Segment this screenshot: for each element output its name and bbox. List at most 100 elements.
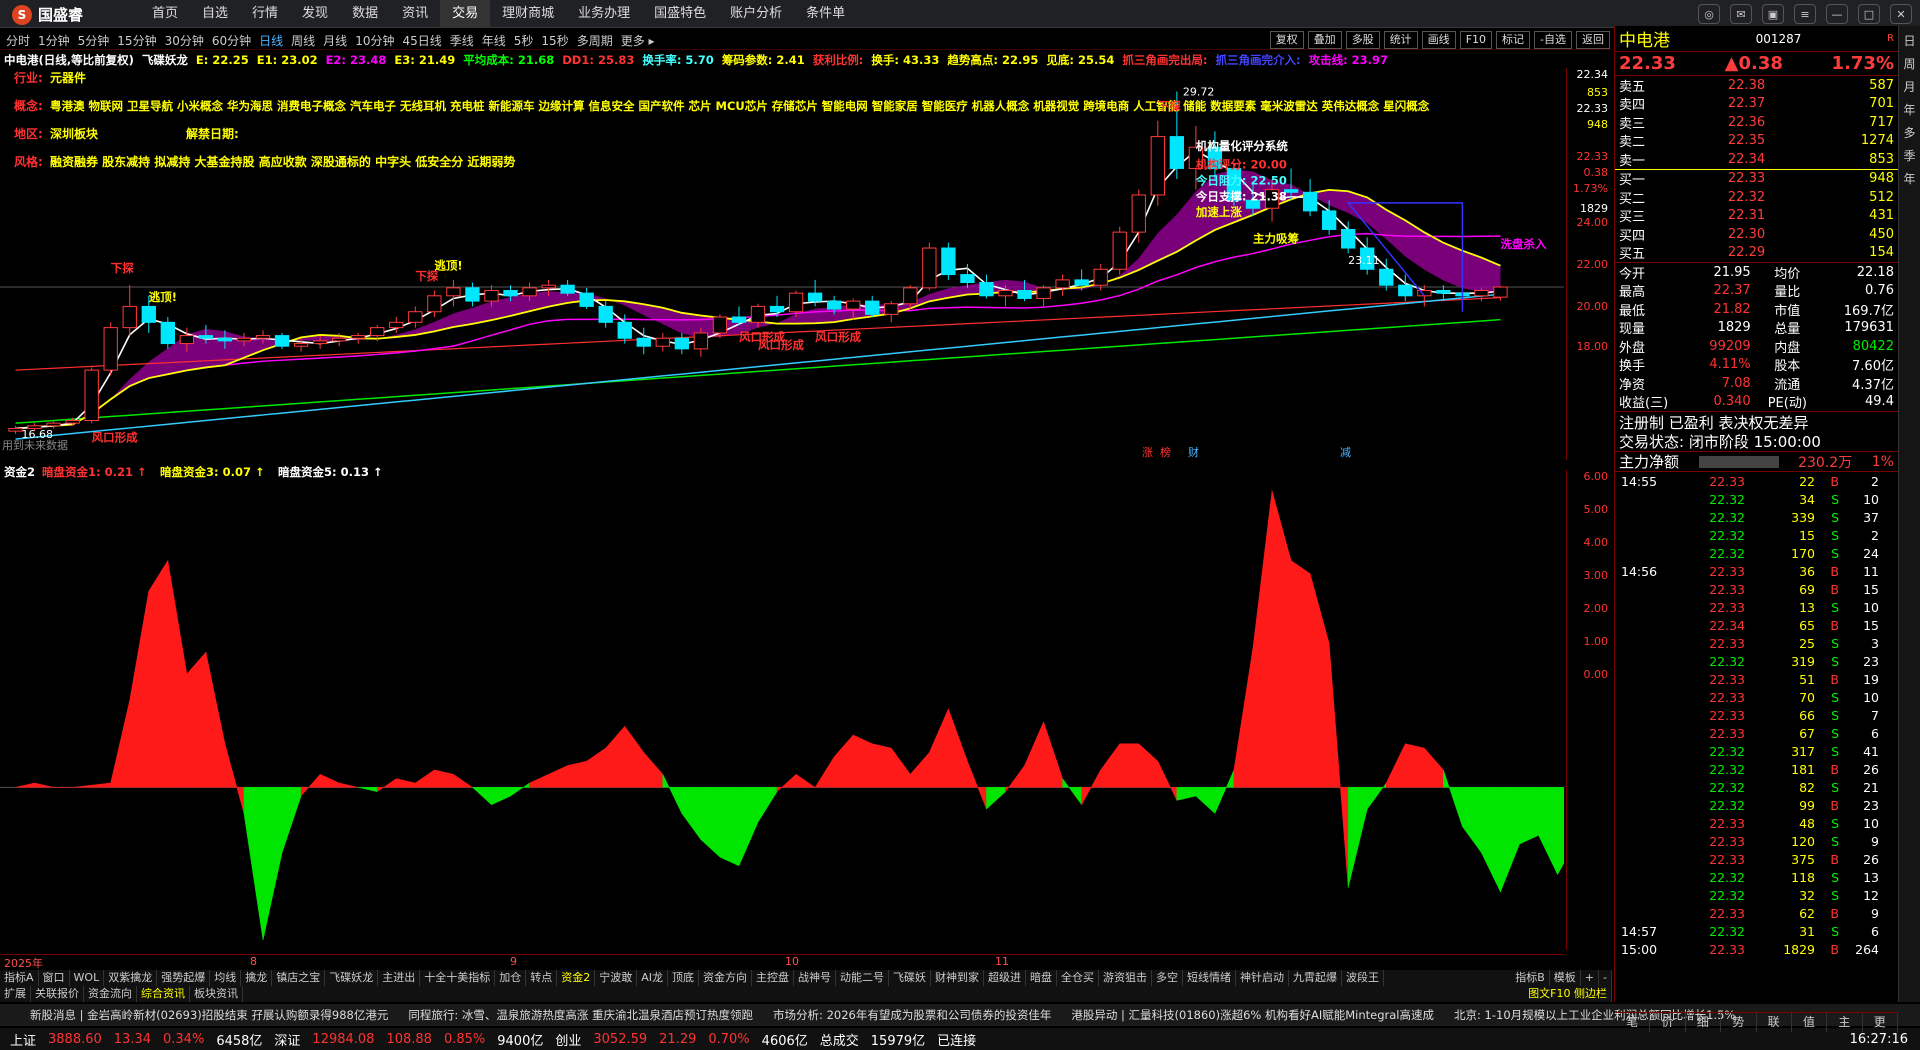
indicator-tab[interactable]: 主进出: [378, 970, 421, 986]
indicator-tab[interactable]: 强势起爆: [157, 970, 211, 986]
period-tab[interactable]: 多周期: [577, 32, 613, 49]
news-item[interactable]: 同程旅行: 冰雪、温泉旅游热度高涨 重庆渝北温泉酒店预订热度领跑: [408, 1007, 753, 1023]
indicator-tab[interactable]: 十全十美指标: [420, 970, 496, 986]
indicator-tab[interactable]: 镇店之宝: [272, 970, 326, 986]
chart-tool-button[interactable]: 返回: [1576, 31, 1610, 49]
indicator-tab[interactable]: 资金方向: [699, 970, 752, 986]
nav-item[interactable]: 账户分析: [718, 0, 794, 28]
maximize-icon[interactable]: □: [1858, 4, 1880, 24]
indicator-tab[interactable]: 短线情绪: [1183, 970, 1236, 986]
indicator-tab[interactable]: 窗口: [39, 970, 70, 986]
indicator-tab[interactable]: 飞碟妖: [889, 970, 931, 986]
order-book-row[interactable]: 卖四 22.37 701: [1615, 95, 1898, 113]
indicator-tab-tool[interactable]: -: [1599, 970, 1612, 986]
extension-tab[interactable]: 关联报价: [31, 986, 84, 1002]
indicator-tab[interactable]: 双紫擒龙: [104, 970, 158, 986]
indicator-tab-tool[interactable]: +: [1581, 970, 1600, 986]
period-tab[interactable]: 更多 ▸: [621, 32, 655, 49]
period-tab[interactable]: 5秒: [514, 32, 534, 49]
indicator-tab[interactable]: 转点: [526, 970, 558, 986]
indicator-tab[interactable]: 财神到家: [931, 970, 984, 986]
period-tab[interactable]: 30分钟: [165, 32, 204, 49]
indicator-tab-tool[interactable]: 模板: [1550, 970, 1581, 986]
side-strip-item[interactable]: 年: [1899, 170, 1920, 187]
news-item[interactable]: 新股消息 | 金岩高岭新材(02693)招股结束 孖展认购额录得988亿港元: [30, 1007, 388, 1023]
chart-tool-button[interactable]: 统计: [1383, 31, 1418, 49]
nav-item[interactable]: 业务办理: [566, 0, 642, 28]
right-tab[interactable]: 细: [1686, 1013, 1722, 1032]
period-tab[interactable]: 月线: [323, 32, 347, 49]
right-tab[interactable]: 联: [1757, 1013, 1792, 1032]
side-strip-item[interactable]: 年: [1899, 101, 1920, 118]
minimize-icon[interactable]: —: [1826, 4, 1848, 24]
indicator-tab[interactable]: 全仓买: [1057, 970, 1099, 986]
period-tab[interactable]: 10分钟: [355, 32, 394, 49]
order-book-row[interactable]: 卖五 22.38 587: [1615, 76, 1898, 95]
chat-icon[interactable]: ◎: [1698, 4, 1720, 24]
chart-tool-button[interactable]: 画线: [1421, 31, 1456, 49]
nav-item[interactable]: 资讯: [390, 0, 440, 28]
period-tab[interactable]: 60分钟: [212, 32, 251, 49]
indicator-tab[interactable]: 九霄起爆: [1289, 970, 1342, 986]
nav-item[interactable]: 行情: [240, 0, 290, 28]
skin-icon[interactable]: ▣: [1762, 4, 1784, 24]
right-tab[interactable]: 更: [1863, 1013, 1898, 1032]
indicator-tab[interactable]: 动能二号: [836, 970, 889, 986]
right-tab[interactable]: 值: [1792, 1013, 1828, 1032]
side-strip-item[interactable]: 月: [1899, 78, 1920, 95]
news-item[interactable]: 市场分析: 2026年有望成为股票和公司债券的投资佳年: [773, 1007, 1051, 1023]
right-tab[interactable]: 势: [1721, 1013, 1757, 1032]
indicator-tab[interactable]: 飞碟妖龙: [325, 970, 379, 986]
chart-tool-button[interactable]: F10: [1459, 31, 1493, 49]
right-tab[interactable]: 价: [1650, 1013, 1686, 1032]
indicator-tab[interactable]: 游资狙击: [1099, 970, 1152, 986]
chart-tool-button[interactable]: 叠加: [1307, 31, 1342, 49]
indicator-tab[interactable]: 加仓: [495, 970, 527, 986]
message-icon[interactable]: ✉: [1730, 4, 1752, 24]
order-book-row[interactable]: 买二 22.32 512: [1615, 188, 1898, 207]
nav-item[interactable]: 发现: [290, 0, 340, 28]
chart-tool-button[interactable]: 复权: [1269, 31, 1304, 49]
order-book-row[interactable]: 买五 22.29 154: [1615, 244, 1898, 262]
period-tab[interactable]: 1分钟: [38, 32, 70, 49]
indicator-tab[interactable]: 均线: [210, 970, 242, 986]
nav-item[interactable]: 国盛特色: [642, 0, 718, 28]
side-strip-item[interactable]: 季: [1899, 147, 1920, 164]
period-tab[interactable]: 5分钟: [78, 32, 110, 49]
period-tab[interactable]: 周线: [291, 32, 315, 49]
indicator-tab[interactable]: 宁波敢: [595, 970, 638, 986]
extension-tab[interactable]: 板块资讯: [190, 986, 243, 1002]
extension-tab[interactable]: 综合资讯: [137, 986, 190, 1002]
order-book-row[interactable]: 买三 22.31 431: [1615, 207, 1898, 225]
period-tab[interactable]: 15秒: [541, 32, 568, 49]
indicator-tab[interactable]: 主控盘: [752, 970, 794, 986]
indicator-tab[interactable]: 波段王: [1342, 970, 1384, 986]
order-book-row[interactable]: 卖二 22.35 1274: [1615, 132, 1898, 150]
right-tab[interactable]: 主: [1827, 1013, 1863, 1032]
menu-icon[interactable]: ≡: [1794, 4, 1816, 24]
period-tab[interactable]: 年线: [482, 32, 506, 49]
indicator-tab[interactable]: WOL: [70, 970, 105, 986]
right-tab[interactable]: 笔: [1615, 1013, 1651, 1032]
nav-item[interactable]: 首页: [140, 0, 190, 28]
indicator-tab[interactable]: 战神号: [794, 970, 836, 986]
nav-item[interactable]: 理财商城: [490, 0, 566, 28]
order-book-row[interactable]: 买四 22.30 450: [1615, 225, 1898, 244]
order-book-row[interactable]: 卖三 22.36 717: [1615, 113, 1898, 132]
news-item[interactable]: 港股异动 | 汇量科技(01860)涨超6% 机构看好AI赋能Mintegral…: [1071, 1007, 1434, 1023]
side-strip-item[interactable]: 日: [1899, 32, 1920, 49]
indicator-tab[interactable]: 多空: [1152, 970, 1183, 986]
indicator-tab[interactable]: 暗盘: [1026, 970, 1057, 986]
indicator-tab-tool[interactable]: 指标B: [1511, 970, 1550, 986]
fund-flow-chart[interactable]: 资金2 暗盘资金1: 0.21 ↑ 暗盘资金3: 0.07 ↑ 暗盘资金5: 0.13…: [0, 462, 1564, 950]
indicator-tab[interactable]: 擒龙: [241, 970, 273, 986]
period-tab[interactable]: 季线: [450, 32, 474, 49]
side-strip-item[interactable]: 周: [1899, 55, 1920, 72]
chart-tool-button[interactable]: -自选: [1534, 31, 1572, 49]
order-book-row[interactable]: 买一 22.33 948: [1615, 170, 1898, 188]
extension-tab[interactable]: 扩展: [0, 986, 31, 1002]
side-strip-item[interactable]: 多: [1899, 124, 1920, 141]
extension-tab[interactable]: 资金流向: [84, 986, 137, 1002]
chart-tool-button[interactable]: 多股: [1345, 31, 1380, 49]
tick-list[interactable]: 14:55 22.33 22 B 2 22.32 34 S 10 22.32 339 S 37 22.32…: [1615, 472, 1898, 1012]
